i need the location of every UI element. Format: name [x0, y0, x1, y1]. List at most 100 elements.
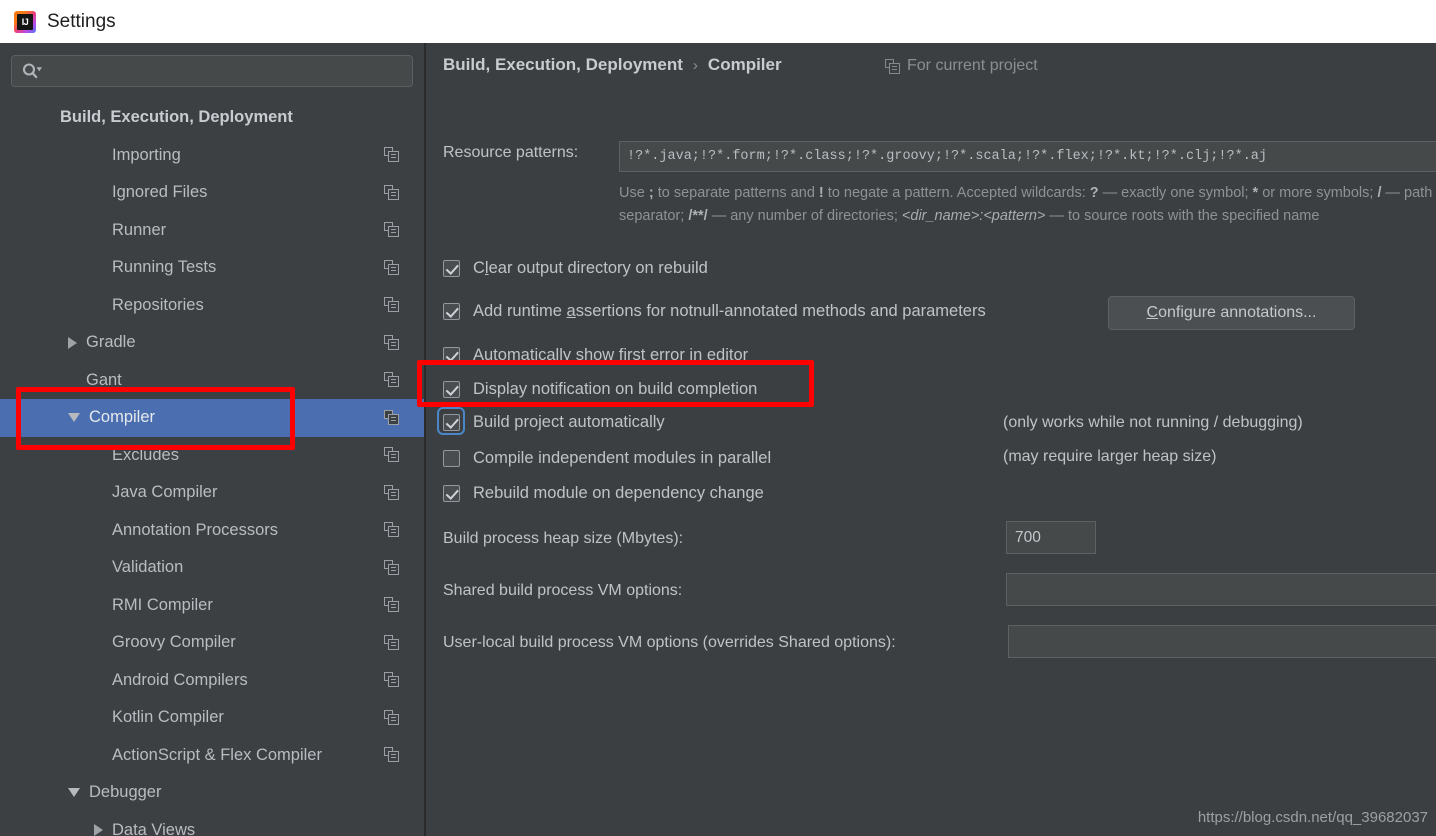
sidebar-item-label: Android Compilers — [112, 671, 248, 690]
button-label-mnemonic: C — [1147, 304, 1159, 322]
sidebar-item-label: Annotation Processors — [112, 521, 278, 540]
sidebar-item-ignored-files[interactable]: Ignored Files — [0, 174, 425, 212]
breadcrumb-root[interactable]: Build, Execution, Deployment — [443, 55, 683, 75]
sidebar-item-label: Build, Execution, Deployment — [60, 108, 293, 127]
stacked-windows-icon — [384, 635, 400, 651]
label-part-post: ear output directory on rebuild — [489, 259, 708, 277]
stacked-windows-icon — [384, 710, 400, 726]
button-label-post: onfigure annotations... — [1158, 304, 1316, 322]
chevron-down-icon[interactable] — [68, 413, 80, 422]
checkbox-row-compile-independent-modules-in-parallel[interactable]: Compile independent modules in parallel — [443, 449, 771, 468]
label-part-pre: Compile independent modules in parallel — [473, 449, 771, 467]
help-question: ? — [1090, 185, 1099, 201]
sidebar-item-importing[interactable]: Importing — [0, 137, 425, 175]
stacked-windows-icon — [384, 260, 400, 276]
checkbox-label-add-runtime-assertions: Add runtime assertions for notnull-annot… — [473, 302, 986, 321]
checkbox-build-project-automatically[interactable] — [443, 414, 460, 431]
label-part-mnemonic: e — [650, 346, 659, 364]
sidebar-item-groovy-compiler[interactable]: Groovy Compiler — [0, 624, 425, 662]
sidebar-item-debugger[interactable]: Debugger — [0, 774, 425, 812]
help-l2-c: — any number of directories; — [708, 208, 902, 224]
checkbox-row-automatically-show-first-error[interactable]: Automatically show first error in editor — [443, 346, 748, 365]
checkbox-rebuild-module-on-dependency-change[interactable] — [443, 485, 460, 502]
resource-patterns-label: Resource patterns: — [443, 144, 578, 162]
checkbox-label-rebuild-module-on-dependency-change: Rebuild module on dependency change — [473, 484, 764, 503]
build-process-heap-size-label: Build process heap size (Mbytes): — [443, 530, 683, 548]
sidebar-item-label: Validation — [112, 558, 183, 577]
checkbox-row-rebuild-module-on-dependency-change[interactable]: Rebuild module on dependency change — [443, 484, 764, 503]
chevron-right-icon[interactable] — [94, 824, 103, 836]
stacked-windows-icon — [384, 747, 400, 763]
label-part-post: ssertions for notnull-annotated methods … — [576, 302, 986, 320]
sidebar-item-gradle[interactable]: Gradle — [0, 324, 425, 362]
chevron-down-icon[interactable] — [68, 788, 80, 797]
sidebar-item-label: Excludes — [112, 446, 179, 465]
breadcrumb: Build, Execution, Deployment › Compiler — [443, 55, 782, 75]
sidebar-item-runner[interactable]: Runner — [0, 212, 425, 250]
sidebar-item-gant[interactable]: Gant — [0, 362, 425, 400]
settings-search-box[interactable] — [11, 55, 413, 87]
checkbox-label-compile-independent-modules-in-parallel: Compile independent modules in parallel — [473, 449, 771, 468]
sidebar-item-kotlin-compiler[interactable]: Kotlin Compiler — [0, 699, 425, 737]
note-only-works-while-not-running: (only works while not running / debuggin… — [1003, 414, 1303, 432]
help-l1-b: to separate patterns and — [654, 185, 819, 201]
search-input[interactable] — [43, 55, 412, 87]
chevron-right-icon[interactable] — [68, 337, 77, 349]
checkbox-compile-independent-modules-in-parallel[interactable] — [443, 450, 460, 467]
sidebar-item-label: Java Compiler — [112, 483, 217, 502]
settings-window: IJ Settings Build, Execution, Deployment… — [0, 0, 1436, 836]
stacked-windows-icon — [384, 522, 400, 538]
help-l3: to source roots with the specified name — [1068, 208, 1319, 224]
sidebar-item-label: Repositories — [112, 296, 204, 315]
checkbox-automatically-show-first-error[interactable] — [443, 347, 460, 364]
checkbox-row-build-project-automatically[interactable]: Build project automatically — [443, 413, 665, 432]
stacked-windows-icon — [384, 485, 400, 501]
stacked-windows-icon — [384, 222, 400, 238]
help-l2-a: or more symbols; — [1258, 185, 1377, 201]
sidebar-item-actionscript-flex-compiler[interactable]: ActionScript & Flex Compiler — [0, 737, 425, 775]
sidebar-item-compiler[interactable]: Compiler — [0, 399, 425, 437]
sidebar-item-running-tests[interactable]: Running Tests — [0, 249, 425, 287]
checkbox-add-runtime-assertions[interactable] — [443, 303, 460, 320]
stacked-windows-icon — [384, 147, 400, 163]
sidebar-item-label: Runner — [112, 221, 166, 240]
configure-annotations-button[interactable]: Configure annotations... — [1108, 296, 1355, 330]
stacked-windows-icon — [384, 447, 400, 463]
sidebar-item-label: Running Tests — [112, 258, 216, 277]
sidebar-item-repositories[interactable]: Repositories — [0, 287, 425, 325]
sidebar-item-label: RMI Compiler — [112, 596, 213, 615]
checkbox-label-clear-output-directory-on-rebuild: Clear output directory on rebuild — [473, 259, 708, 278]
scope-indicator: For current project — [885, 57, 1038, 75]
user-local-vm-options-input[interactable] — [1008, 625, 1436, 658]
sidebar-item-java-compiler[interactable]: Java Compiler — [0, 474, 425, 512]
checkbox-clear-output-directory-on-rebuild[interactable] — [443, 260, 460, 277]
checkbox-display-notification-on-build-completion[interactable] — [443, 381, 460, 398]
checkbox-row-display-notification-on-build-completion[interactable]: Display notification on build completion — [443, 380, 757, 399]
sidebar-item-excludes[interactable]: Excludes — [0, 437, 425, 475]
checkbox-label-automatically-show-first-error: Automatically show first error in editor — [473, 346, 748, 365]
checkbox-label-display-notification-on-build-completion: Display notification on build completion — [473, 380, 757, 399]
sidebar-scrollbar-track[interactable] — [408, 99, 421, 836]
checkbox-row-add-runtime-assertions[interactable]: Add runtime assertions for notnull-annot… — [443, 302, 986, 321]
sidebar-item-label: Compiler — [89, 408, 155, 427]
label-part-post: rror in editor — [659, 346, 748, 364]
shared-build-process-vm-options-input[interactable] — [1006, 573, 1436, 606]
sidebar-item-validation[interactable]: Validation — [0, 549, 425, 587]
label-part-pre: Build project automatically — [473, 413, 665, 431]
stacked-windows-icon — [384, 335, 400, 351]
sidebar-item-data-views[interactable]: Data Views — [0, 812, 425, 836]
help-dirname-pattern: <dir_name>:<pattern> — [902, 208, 1046, 224]
sidebar-item-rmi-compiler[interactable]: RMI Compiler — [0, 587, 425, 625]
shared-build-process-vm-options-label: Shared build process VM options: — [443, 582, 682, 600]
scope-label: For current project — [907, 57, 1038, 75]
resource-patterns-value: !?*.java;!?*.form;!?*.class;!?*.groovy;!… — [627, 149, 1267, 164]
sidebar-item-annotation-processors[interactable]: Annotation Processors — [0, 512, 425, 550]
label-part-pre: Display notification on build completion — [473, 380, 757, 398]
checkbox-row-clear-output-directory-on-rebuild[interactable]: Clear output directory on rebuild — [443, 259, 708, 278]
sidebar-item-android-compilers[interactable]: Android Compilers — [0, 662, 425, 700]
resource-patterns-field[interactable]: !?*.java;!?*.form;!?*.class;!?*.groovy;!… — [619, 141, 1436, 172]
build-process-heap-size-input[interactable]: 700 — [1006, 521, 1096, 554]
settings-tree[interactable]: Build, Execution, Deployment ImportingIgn… — [0, 99, 425, 836]
user-local-vm-options-label: User-local build process VM options (ove… — [443, 634, 896, 652]
sidebar-item-build-execution-deployment[interactable]: Build, Execution, Deployment — [0, 99, 425, 137]
